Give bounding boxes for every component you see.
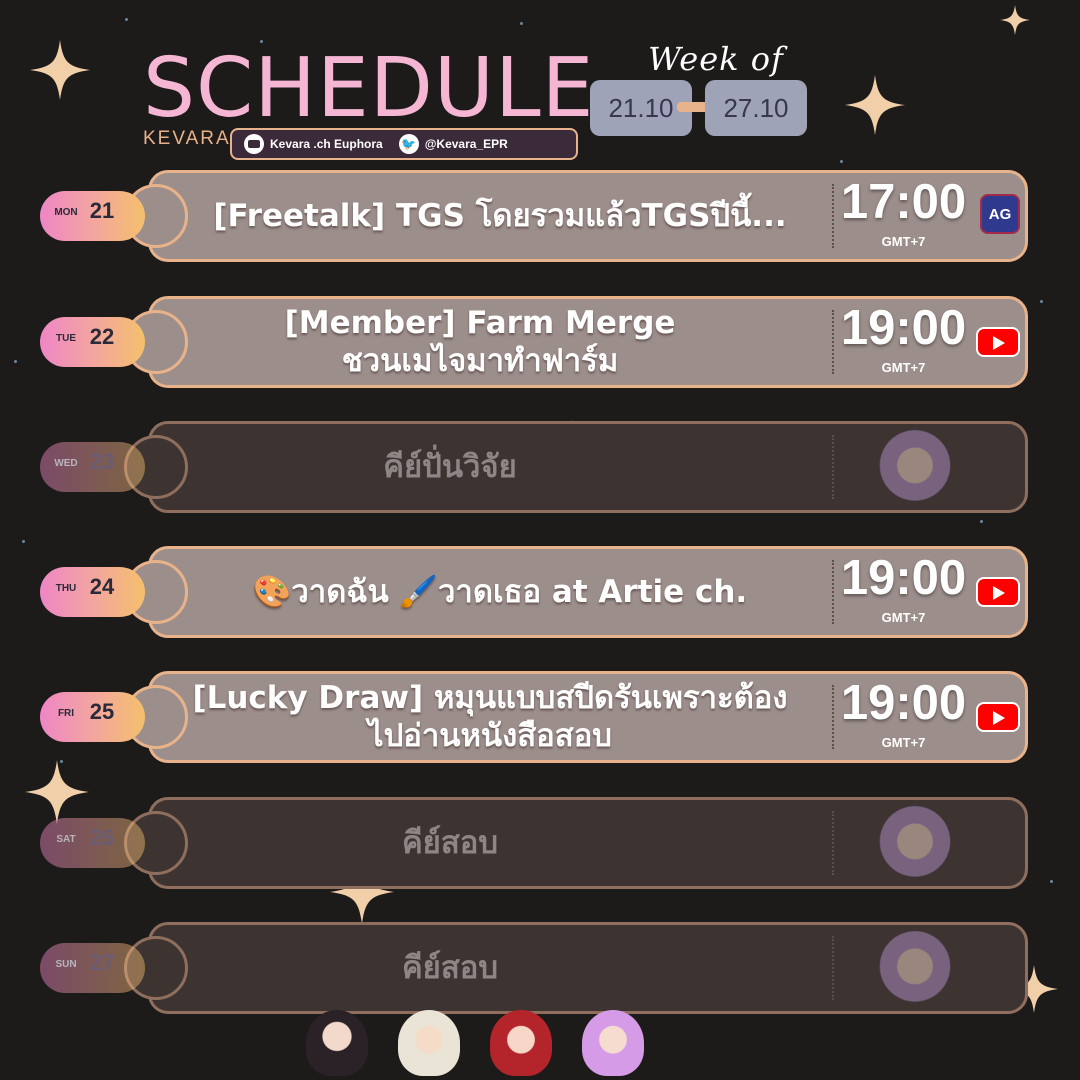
stream-title: คีย์ปั่นวิจัย <box>190 421 710 513</box>
page-title: SCHEDULE <box>143 41 595 136</box>
row-divider <box>832 811 834 875</box>
day-name: THU <box>55 583 77 594</box>
chibi-avatar <box>306 1010 368 1076</box>
day-name: FRI <box>57 708 75 719</box>
day-date: 27 <box>89 950 115 975</box>
stream-time: 19:00 <box>840 301 967 355</box>
star-icon <box>30 40 90 100</box>
stream-title-line: ไปอ่านหนังสือสอบ <box>367 718 612 754</box>
stream-title: คีย์สอบ <box>190 797 710 889</box>
day-date: 22 <box>89 324 115 349</box>
youtube-icon[interactable] <box>976 702 1020 732</box>
stream-title: [Freetalk] TGS โดยรวมแล้วTGSปีนี้... <box>150 170 850 262</box>
star-icon <box>845 75 905 135</box>
youtube-icon[interactable] <box>976 327 1020 357</box>
week-end-date: 27.10 <box>705 80 807 136</box>
chibi-avatar <box>582 1010 644 1076</box>
row-divider <box>832 685 834 749</box>
sparkle-dot <box>14 360 17 363</box>
youtube-icon <box>244 134 264 154</box>
schedule-row-sun: SUN 27 คีย์สอบ <box>40 922 1030 1014</box>
sparkle-dot <box>840 160 843 163</box>
row-divider <box>832 310 834 374</box>
timezone-label: GMT+7 <box>881 735 926 750</box>
youtube-channel-label: Kevara .ch Euphora <box>270 137 383 151</box>
timezone-label: GMT+7 <box>881 234 926 249</box>
schedule-row-mon: MON 21 [Freetalk] TGS โดยรวมแล้วTGSปีนี้..… <box>40 170 1030 262</box>
day-date: 23 <box>89 449 115 474</box>
schedule-row-sat: SAT 26 คีย์สอบ <box>40 797 1030 889</box>
row-divider <box>832 560 834 624</box>
row-divider <box>832 184 834 248</box>
stream-title: [Member] Farm Merge ชวนเมไจมาทำฟาร์ม <box>180 296 780 388</box>
ag-game-icon[interactable]: AG <box>980 194 1020 234</box>
brand-name: KEVARA <box>143 128 231 149</box>
day-date: 25 <box>89 699 115 724</box>
day-name: WED <box>54 458 78 469</box>
sparkle-dot <box>125 18 128 21</box>
row-divider <box>832 936 834 1000</box>
stream-title: 🎨วาดฉัน 🖌️วาดเธอ at Artie ch. <box>170 546 830 638</box>
stream-title-line: 🎨วาดฉัน 🖌️วาดเธอ at Artie ch. <box>252 573 748 610</box>
twitter-handle-label: @Kevara_EPR <box>424 137 508 151</box>
day-name: SUN <box>55 959 77 970</box>
youtube-icon[interactable] <box>976 577 1020 607</box>
social-links-bar: Kevara .ch Euphora 🐦 @Kevara_EPR <box>230 128 578 160</box>
timezone-label: GMT+7 <box>881 360 926 375</box>
sleeping-avatar-icon <box>875 427 955 507</box>
chibi-avatar <box>398 1010 460 1076</box>
twitter-handle-link[interactable]: 🐦 @Kevara_EPR <box>398 134 508 154</box>
chibi-characters <box>306 1010 644 1076</box>
stream-time: 19:00 <box>840 676 967 730</box>
sparkle-dot <box>1040 300 1043 303</box>
youtube-channel-link[interactable]: Kevara .ch Euphora <box>244 134 383 154</box>
timezone-label: GMT+7 <box>881 610 926 625</box>
schedule-row-thu: THU 24 🎨วาดฉัน 🖌️วาดเธอ at Artie ch. 19:00 G… <box>40 546 1030 638</box>
stream-title-line: ชวนเมไจมาทำฟาร์ม <box>341 343 619 379</box>
stream-title-line: คีย์ปั่นวิจัย <box>383 448 517 485</box>
stream-title-line: [Freetalk] TGS โดยรวมแล้วTGSปีนี้... <box>213 197 787 234</box>
sleeping-avatar-icon <box>875 928 955 1008</box>
schedule-row-fri: FRI 25 [Lucky Draw] หมุนแบบสปีดรันเพราะต้อ… <box>40 671 1030 763</box>
stream-title-line: [Member] Farm Merge <box>284 304 676 341</box>
stream-time: 17:00 <box>840 175 967 229</box>
sparkle-dot <box>980 520 983 523</box>
sparkle-dot <box>520 22 523 25</box>
day-date: 21 <box>89 198 115 223</box>
stream-title: คีย์สอบ <box>190 922 710 1014</box>
star-icon <box>1000 5 1030 35</box>
stream-title-line: คีย์สอบ <box>401 824 499 861</box>
stream-time: 19:00 <box>840 551 967 605</box>
stream-title-line: คีย์สอบ <box>401 949 499 986</box>
schedule-row-tue: TUE 22 [Member] Farm Merge ชวนเมไจมาทำฟาร์ม… <box>40 296 1030 388</box>
chibi-avatar <box>490 1010 552 1076</box>
stream-title-line: [Lucky Draw] หมุนแบบสปีดรันเพราะต้อง <box>192 679 788 716</box>
schedule-row-wed: WED 23 คีย์ปั่นวิจัย <box>40 421 1030 513</box>
day-date: 24 <box>89 574 115 599</box>
sparkle-dot <box>22 540 25 543</box>
sparkle-dot <box>1050 880 1053 883</box>
day-name: MON <box>54 207 78 218</box>
week-of-label: Week of <box>648 40 784 78</box>
row-divider <box>832 435 834 499</box>
sleeping-avatar-icon <box>875 803 955 883</box>
day-name: SAT <box>56 834 76 845</box>
stream-title: [Lucky Draw] หมุนแบบสปีดรันเพราะต้อง ไปอ่… <box>120 671 860 763</box>
twitter-icon: 🐦 <box>398 134 419 154</box>
day-name: TUE <box>56 333 76 344</box>
day-date: 26 <box>89 825 115 850</box>
